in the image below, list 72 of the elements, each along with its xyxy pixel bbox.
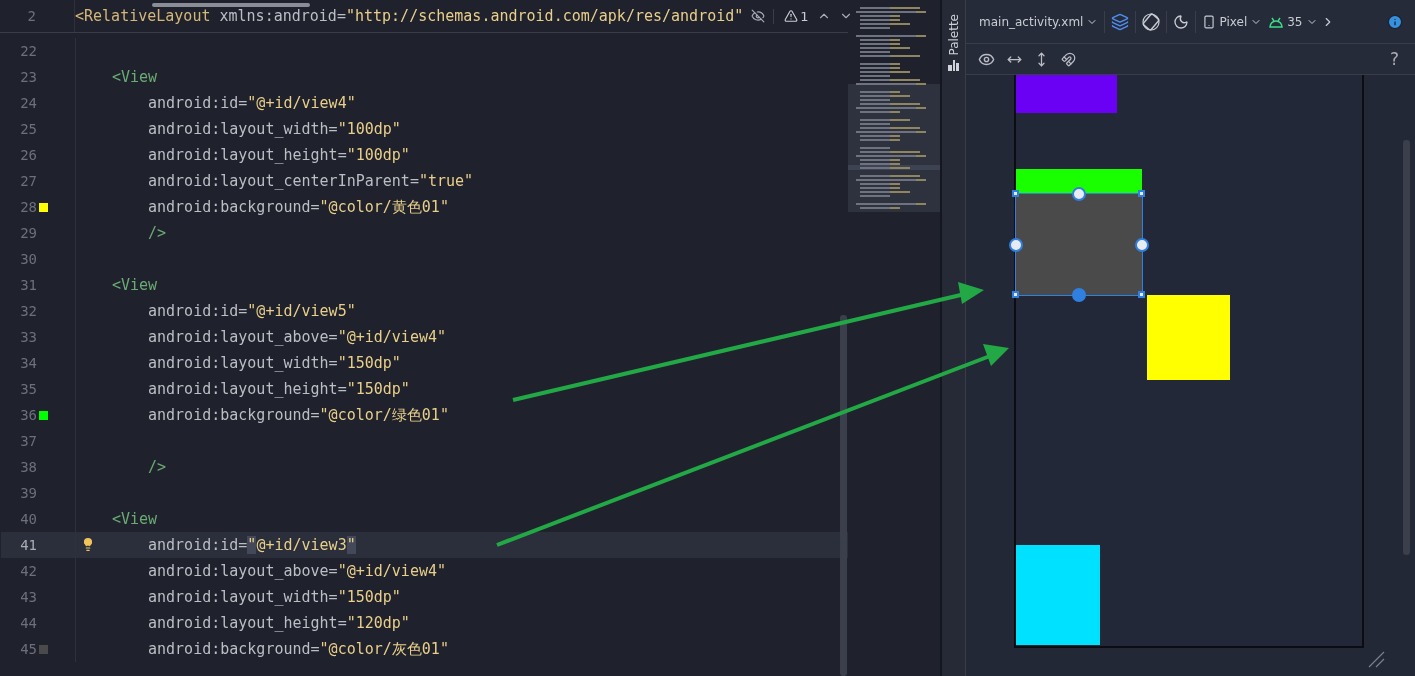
line-number: 23 [19, 69, 37, 85]
code-token: android:layout_centerInParent= [148, 172, 419, 190]
api-level-dropdown[interactable]: 35 [1265, 12, 1321, 31]
code-token: android:id= [148, 302, 248, 320]
code-token: android:layout_height= [148, 146, 347, 164]
line-number: 38 [19, 459, 37, 475]
code-token: android:layout_above= [148, 328, 338, 346]
matched-quote: " [346, 536, 356, 554]
code-token: "150dp" [337, 588, 401, 606]
palette-tab[interactable]: Palette [946, 14, 961, 56]
line-number: 2 [26, 8, 36, 24]
line-number: 40 [19, 511, 37, 527]
line-number: 27 [19, 173, 37, 189]
code-token: <View [112, 510, 158, 528]
line-number: 36 [19, 407, 37, 423]
line-number: 42 [19, 563, 37, 579]
code-token: android:background= [148, 640, 320, 658]
line-number: 41 [19, 537, 37, 553]
code-token: <RelativeLayout [75, 7, 211, 25]
code-token: android:layout_width= [148, 354, 338, 372]
code-token: "100dp" [337, 120, 401, 138]
line-number: 45 [19, 641, 37, 657]
line-number: 25 [19, 121, 37, 137]
code-token: "http://schemas.android.com/apk/res/android" [345, 7, 744, 25]
matched-quote: " [247, 536, 257, 554]
code-token: android:background= [148, 406, 320, 424]
code-token: android:id= [148, 94, 248, 112]
code-token: android:layout_height= [148, 614, 347, 632]
line-number: 29 [19, 225, 37, 241]
code-token: "true" [418, 172, 474, 190]
code-token: <View [112, 276, 158, 294]
code-token: "@color/绿色01" [319, 405, 449, 425]
code-token: android:layout_above= [148, 562, 338, 580]
line-number: 34 [19, 355, 37, 371]
code-token: "100dp" [346, 146, 410, 164]
device-dropdown[interactable]: Pixel [1199, 12, 1266, 31]
code-token: xmlns:android= [218, 7, 346, 25]
line-number: 39 [19, 485, 37, 501]
code-token: "@+id/view4" [337, 562, 447, 580]
code-token: /> [148, 224, 167, 242]
code-token: android:layout_height= [148, 380, 347, 398]
code-token: /> [148, 458, 167, 476]
line-number: 31 [19, 277, 37, 293]
line-number: 24 [19, 95, 37, 111]
line-number: 22 [19, 43, 37, 59]
code-token: "@+id/view4" [337, 328, 447, 346]
line-number: 35 [19, 381, 37, 397]
code-token: "150dp" [337, 354, 401, 372]
code-token: @+id/view3 [256, 536, 347, 554]
code-token: android:layout_width= [148, 588, 338, 606]
warning-count-text: 1 [800, 8, 809, 24]
line-number: 37 [19, 433, 37, 449]
code-token: "@+id/view5" [247, 302, 356, 320]
code-token: android:background= [148, 198, 320, 216]
line-number: 32 [19, 303, 37, 319]
code-token: android:layout_width= [148, 120, 338, 138]
code-token: "120dp" [346, 614, 410, 632]
code-token: "@color/黄色01" [319, 197, 449, 217]
line-number: 44 [19, 615, 37, 631]
help-button[interactable]: ? [1389, 49, 1399, 69]
code-token: "@color/灰色01" [319, 639, 449, 659]
layout-file-dropdown[interactable]: main_activity.xml [976, 12, 1102, 31]
code-token: "@+id/view4" [247, 94, 356, 112]
line-number: 33 [19, 329, 37, 345]
line-number: 28 [19, 199, 37, 215]
line-number: 30 [19, 251, 37, 267]
line-number: 43 [19, 589, 37, 605]
code-token: "150dp" [346, 380, 410, 398]
line-number: 26 [19, 147, 37, 163]
code-token: android:id= [148, 536, 248, 554]
code-token: <View [112, 68, 158, 86]
warning-count[interactable]: 1 [773, 8, 809, 24]
